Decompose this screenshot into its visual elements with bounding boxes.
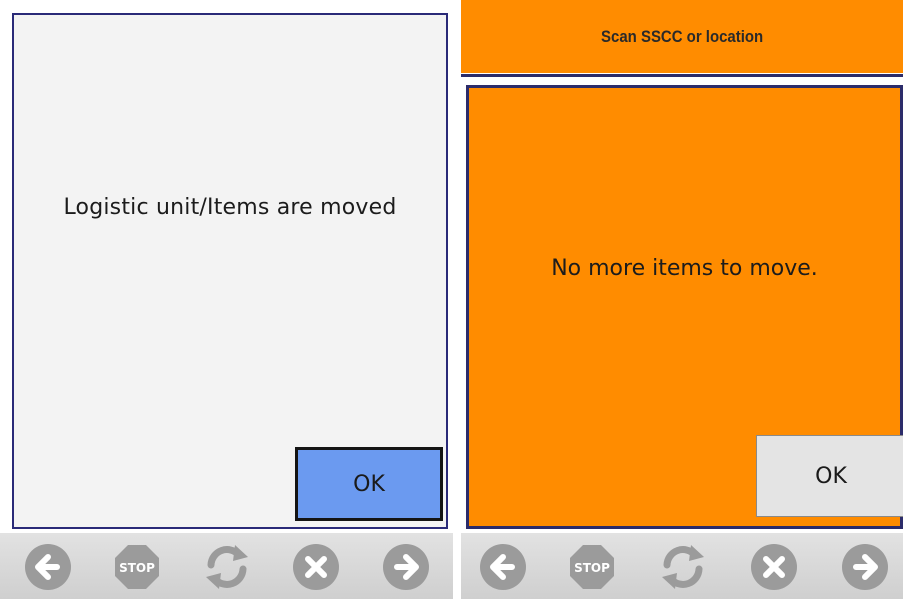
stop-button[interactable]: STOP — [566, 541, 618, 593]
title-divider — [461, 74, 903, 77]
stop-label: STOP — [119, 561, 155, 575]
stop-icon: STOP — [115, 545, 159, 589]
dialog-message: Logistic unit/Items are moved — [63, 195, 397, 220]
screen-title: Scan SSCC or location — [600, 26, 764, 46]
message-dialog: No more items to move. OK — [466, 85, 903, 529]
forward-arrow-icon — [842, 544, 888, 590]
stop-label: STOP — [574, 561, 610, 575]
back-arrow-icon — [480, 544, 526, 590]
refresh-button[interactable] — [201, 541, 253, 593]
refresh-button[interactable] — [657, 541, 709, 593]
cancel-icon — [293, 544, 339, 590]
forward-button[interactable] — [839, 541, 891, 593]
message-dialog: Logistic unit/Items are moved OK — [12, 13, 448, 529]
ok-button[interactable]: OK — [756, 435, 903, 517]
bottom-toolbar: STOP — [0, 533, 453, 599]
stop-button[interactable]: STOP — [111, 541, 163, 593]
ok-button[interactable]: OK — [295, 447, 443, 521]
back-button[interactable] — [22, 541, 74, 593]
cancel-button[interactable] — [748, 541, 800, 593]
back-button[interactable] — [477, 541, 529, 593]
dialog-message: No more items to move. — [551, 256, 818, 281]
screen-right: Scan SSCC or location No more items to m… — [461, 0, 903, 599]
cancel-icon — [751, 544, 797, 590]
refresh-icon — [206, 545, 248, 589]
cancel-button[interactable] — [290, 541, 342, 593]
forward-arrow-icon — [383, 544, 429, 590]
title-bar: Scan SSCC or location — [461, 0, 903, 73]
stop-icon: STOP — [570, 545, 614, 589]
refresh-icon — [662, 545, 704, 589]
screen-left: Logistic unit/Items are moved OK STOP — [0, 0, 453, 599]
back-arrow-icon — [25, 544, 71, 590]
bottom-toolbar: STOP — [461, 533, 903, 599]
forward-button[interactable] — [380, 541, 432, 593]
